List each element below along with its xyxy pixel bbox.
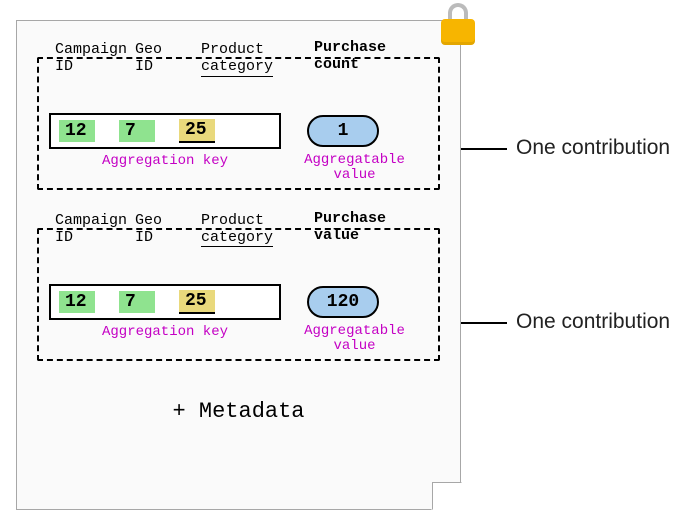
aggregatable-value-pill-1: 1 bbox=[307, 115, 379, 147]
aggregation-key-box-2: 12 7 25 bbox=[49, 284, 281, 320]
sublabel-aggregatable-value-2: Aggregatable value bbox=[281, 324, 428, 355]
header-geo-id: Geo ID bbox=[135, 41, 162, 76]
connector-line-2 bbox=[461, 322, 507, 324]
aggregatable-value-pill-2: 120 bbox=[307, 286, 379, 318]
product-category-chip: 25 bbox=[179, 119, 215, 143]
campaign-id-chip: 12 bbox=[59, 291, 95, 313]
campaign-id-chip: 12 bbox=[59, 120, 95, 142]
header-purchase-value: Purchase value bbox=[314, 210, 424, 245]
column-headers-2: Campaign ID Geo ID Product category Purc… bbox=[49, 240, 428, 278]
header-campaign-id: Campaign ID bbox=[55, 41, 127, 76]
geo-id-chip: 7 bbox=[119, 291, 155, 313]
sublabel-aggregatable-value-1: Aggregatable value bbox=[281, 153, 428, 184]
header-campaign-id: Campaign ID bbox=[55, 212, 127, 247]
document-note: Campaign ID Geo ID Product category Purc… bbox=[16, 20, 461, 510]
header-geo-id: Geo ID bbox=[135, 212, 162, 247]
connector-line-1 bbox=[461, 148, 507, 150]
sublabel-aggregation-key-2: Aggregation key bbox=[49, 324, 281, 355]
aggregation-key-box-1: 12 7 25 bbox=[49, 113, 281, 149]
document-fold-icon bbox=[432, 482, 462, 510]
annotation-one-contribution-1: One contribution bbox=[516, 136, 670, 160]
contribution-block-1: Campaign ID Geo ID Product category Purc… bbox=[37, 57, 440, 190]
metadata-label: + Metadata bbox=[37, 399, 440, 424]
lock-icon bbox=[437, 3, 479, 47]
header-product-category: Product category bbox=[201, 212, 273, 248]
geo-id-chip: 7 bbox=[119, 120, 155, 142]
header-product-category: Product category bbox=[201, 41, 273, 77]
column-headers-1: Campaign ID Geo ID Product category Purc… bbox=[49, 69, 428, 107]
contribution-block-2: Campaign ID Geo ID Product category Purc… bbox=[37, 228, 440, 361]
product-category-chip: 25 bbox=[179, 290, 215, 314]
sublabel-aggregation-key-1: Aggregation key bbox=[49, 153, 281, 184]
annotation-one-contribution-2: One contribution bbox=[516, 310, 670, 334]
header-purchase-count: Purchase count bbox=[314, 39, 424, 74]
